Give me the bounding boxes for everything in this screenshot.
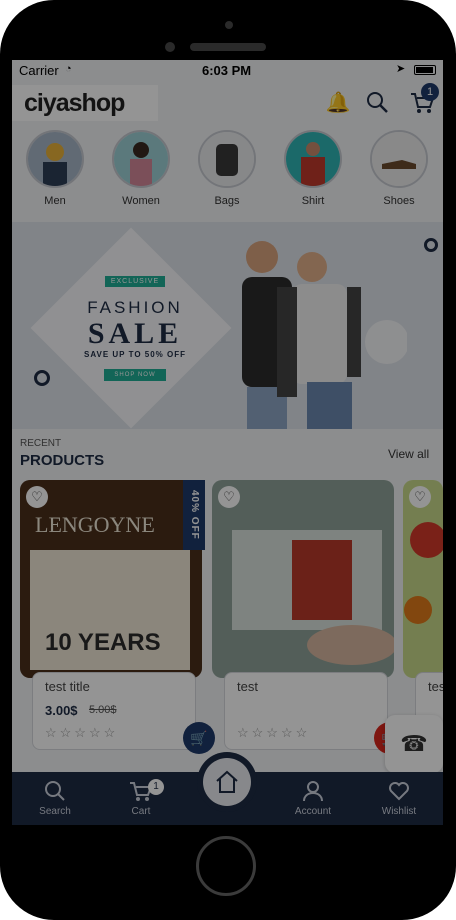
nav-label: Account <box>294 806 332 817</box>
cart-count-badge: 1 <box>421 83 439 101</box>
nav-label: Cart <box>131 806 151 817</box>
decorative-ring <box>424 238 438 252</box>
discount-badge: 40% OFF <box>183 480 205 550</box>
wishlist-heart-icon[interactable]: ♡ <box>218 486 240 508</box>
device-frame: Carrier ◔ 6:03 PM ➤ ciyashop 🔔 1 Men Wom… <box>0 0 456 920</box>
promo-banner[interactable]: EXCLUSIVE FASHION SALE SAVE UP TO 50% OF… <box>12 222 443 429</box>
nav-label: Search <box>39 806 71 817</box>
nav-account[interactable]: Account <box>278 780 348 817</box>
category-label: Shirt <box>301 195 325 207</box>
product-price: 3.00$ <box>45 703 78 718</box>
wishlist-heart-icon[interactable]: ♡ <box>26 486 48 508</box>
heart-icon <box>364 780 434 802</box>
location-icon: ➤ <box>396 63 406 75</box>
category-label: Bags <box>214 195 240 207</box>
category-men[interactable]: Men <box>20 128 90 207</box>
front-sensor <box>225 21 233 29</box>
category-shirt-image <box>284 130 342 188</box>
category-label: Women <box>122 195 160 207</box>
add-to-cart-icon[interactable]: 🛒 <box>183 722 215 754</box>
category-men-image <box>26 130 84 188</box>
section-subtitle: RECENT <box>20 438 62 449</box>
wifi-icon: ◔ <box>65 63 72 75</box>
banner-models-image <box>242 241 407 429</box>
nav-cart[interactable]: Cart <box>106 780 176 817</box>
banner-badge: EXCLUSIVE <box>104 276 166 287</box>
app-screen: Carrier ◔ 6:03 PM ➤ ciyashop 🔔 1 Men Wom… <box>12 60 443 825</box>
product-card[interactable]: ♡ test <box>403 480 443 750</box>
banner-headline: FASHION <box>87 298 183 317</box>
category-shirt[interactable]: Shirt <box>278 128 348 207</box>
home-icon <box>203 758 251 806</box>
banner-shop-now-button[interactable]: SHOP NOW <box>104 369 166 381</box>
product-image: LENGOYNE 10 YEARS <box>20 480 202 678</box>
product-image <box>212 480 394 678</box>
product-info: test title 3.00$ 5.00$ ☆☆☆☆☆ <box>32 672 196 750</box>
svg-text:LENGOYNE: LENGOYNE <box>35 512 155 537</box>
banner-sale: SALE <box>87 317 183 350</box>
cart-icon <box>106 780 176 802</box>
user-icon <box>278 780 348 802</box>
wishlist-heart-icon[interactable]: ♡ <box>409 486 431 508</box>
product-old-price: 5.00$ <box>89 704 117 716</box>
category-bags-image <box>198 130 256 188</box>
nav-wishlist[interactable]: Wishlist <box>364 780 434 817</box>
category-bags[interactable]: Bags <box>192 128 262 207</box>
product-info: test ☆☆☆☆☆ <box>224 672 388 750</box>
rating-stars: ☆☆☆☆☆ <box>45 725 119 740</box>
banner-text: EXCLUSIVE FASHION SALE SAVE UP TO 50% OF… <box>70 270 200 381</box>
product-card[interactable]: ♡ test ☆☆☆☆☆ 🛒 <box>212 480 406 754</box>
product-title: test title <box>45 679 90 694</box>
nav-label: Wishlist <box>381 806 417 817</box>
status-bar: Carrier ◔ 6:03 PM ➤ <box>12 60 443 80</box>
rating-stars: ☆☆☆☆☆ <box>237 725 311 740</box>
category-shoes-image <box>370 130 428 188</box>
category-label: Shoes <box>383 195 415 207</box>
clock: 6:03 PM <box>202 63 252 78</box>
home-button[interactable] <box>197 752 257 812</box>
product-image <box>403 480 443 678</box>
view-all-link[interactable]: View all <box>388 447 429 461</box>
category-label: Men <box>44 195 66 207</box>
section-title: PRODUCTS <box>20 452 105 469</box>
product-title: test <box>428 679 443 694</box>
product-card[interactable]: LENGOYNE 10 YEARS ♡ test title 3.00$ 5.00… <box>20 480 215 754</box>
logo-text: ciyashop <box>24 89 125 117</box>
category-shoes[interactable]: Shoes <box>364 128 434 207</box>
whatsapp-icon[interactable]: ☎ <box>385 715 443 773</box>
search-icon <box>20 780 90 802</box>
category-women[interactable]: Women <box>106 128 176 207</box>
carrier-label: Carrier <box>19 63 59 78</box>
earpiece-speaker <box>190 43 266 51</box>
banner-subline: SAVE UP TO 50% OFF <box>83 350 187 359</box>
battery-icon <box>414 65 436 75</box>
front-camera <box>165 42 175 52</box>
device-home-button[interactable] <box>196 836 256 896</box>
category-carousel: Men Women Bags Shirt Shoes <box>12 128 443 214</box>
nav-search[interactable]: Search <box>20 780 90 817</box>
search-icon[interactable] <box>364 90 390 116</box>
app-logo[interactable]: ciyashop <box>12 85 158 121</box>
notification-bell-icon[interactable]: 🔔 <box>325 90 351 116</box>
decorative-ring <box>34 370 50 386</box>
category-women-image <box>112 130 170 188</box>
nav-cart-badge: 1 <box>148 779 164 795</box>
product-title: test <box>237 679 258 694</box>
svg-text:10 YEARS: 10 YEARS <box>45 629 161 656</box>
